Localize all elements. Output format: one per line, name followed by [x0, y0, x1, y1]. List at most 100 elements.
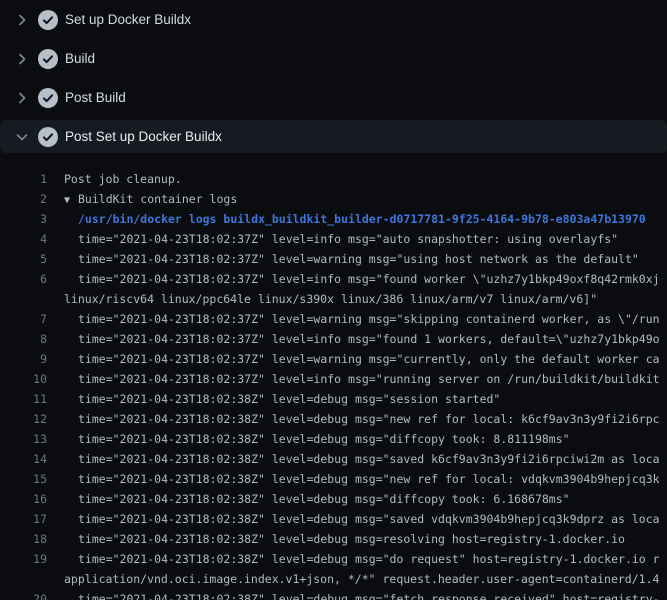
- log-line-number[interactable]: 19: [0, 549, 47, 569]
- log-line: 3 /usr/bin/docker logs buildx_buildkit_b…: [0, 209, 667, 229]
- log-line-number[interactable]: 16: [0, 489, 47, 509]
- log-line: 20 time="2021-04-23T18:02:38Z" level=deb…: [0, 589, 667, 600]
- log-line-number[interactable]: 7: [0, 309, 47, 329]
- log-text: time="2021-04-23T18:02:37Z" level=info m…: [78, 232, 618, 246]
- log-text: time="2021-04-23T18:02:38Z" level=debug …: [78, 532, 625, 546]
- log-line-number[interactable]: 18: [0, 529, 47, 549]
- log-text: BuildKit container logs: [78, 192, 237, 206]
- log-line-number[interactable]: 6: [0, 269, 47, 289]
- step-label: Post Set up Docker Buildx: [65, 129, 222, 144]
- log-text: time="2021-04-23T18:02:38Z" level=debug …: [78, 432, 570, 446]
- log-text: time="2021-04-23T18:02:38Z" level=debug …: [78, 492, 570, 506]
- log-line: 2 ▼BuildKit container logs: [0, 189, 667, 209]
- log-line-number[interactable]: 1: [0, 169, 47, 189]
- log-text: time="2021-04-23T18:02:38Z" level=debug …: [78, 512, 660, 526]
- log-line: 5 time="2021-04-23T18:02:37Z" level=warn…: [0, 249, 667, 269]
- check-circle-icon: [38, 49, 58, 69]
- log-line-number[interactable]: 9: [0, 349, 47, 369]
- log-line: 14 time="2021-04-23T18:02:38Z" level=deb…: [0, 449, 667, 469]
- log-group-toggle-icon[interactable]: ▼: [64, 191, 78, 209]
- step-row-post-build[interactable]: Post Build: [0, 78, 667, 117]
- log-line: 6 time="2021-04-23T18:02:37Z" level=info…: [0, 269, 667, 289]
- log-line: 10 time="2021-04-23T18:02:37Z" level=inf…: [0, 369, 667, 389]
- log-line-content: /usr/bin/docker logs buildx_buildkit_bui…: [78, 209, 646, 229]
- log-line-number[interactable]: [0, 569, 47, 589]
- log-line: 19 time="2021-04-23T18:02:38Z" level=deb…: [0, 549, 667, 569]
- log-line-content: Post job cleanup.: [64, 169, 182, 189]
- log-line-number[interactable]: 15: [0, 469, 47, 489]
- log-text: Post job cleanup.: [64, 172, 182, 186]
- log-line-number[interactable]: 4: [0, 229, 47, 249]
- log-text: time="2021-04-23T18:02:38Z" level=debug …: [78, 412, 660, 426]
- step-row-build[interactable]: Build: [0, 39, 667, 78]
- log-line-number[interactable]: 20: [0, 589, 47, 600]
- log-text: application/vnd.oci.image.index.v1+json,…: [64, 572, 659, 586]
- log-text: time="2021-04-23T18:02:37Z" level=warnin…: [78, 312, 660, 326]
- log-line-number[interactable]: 14: [0, 449, 47, 469]
- log-line-number[interactable]: 11: [0, 389, 47, 409]
- steps-list: Set up Docker Buildx Build Post Build Po…: [0, 0, 667, 153]
- log-line-content: time="2021-04-23T18:02:38Z" level=debug …: [78, 409, 660, 429]
- log-text: time="2021-04-23T18:02:37Z" level=info m…: [78, 332, 660, 346]
- step-expand-chevron[interactable]: [14, 51, 30, 67]
- log-line-number[interactable]: 12: [0, 409, 47, 429]
- log-line-content: ▼BuildKit container logs: [64, 189, 237, 209]
- log-line: 11 time="2021-04-23T18:02:38Z" level=deb…: [0, 389, 667, 409]
- log-line: 7 time="2021-04-23T18:02:37Z" level=warn…: [0, 309, 667, 329]
- log-line-content: time="2021-04-23T18:02:38Z" level=debug …: [78, 469, 660, 489]
- log-text: time="2021-04-23T18:02:38Z" level=debug …: [78, 452, 660, 466]
- chevron-right-icon: [14, 51, 30, 67]
- check-circle-icon: [38, 88, 58, 108]
- log-line-content: time="2021-04-23T18:02:37Z" level=warnin…: [78, 309, 660, 329]
- log-line: 4 time="2021-04-23T18:02:37Z" level=info…: [0, 229, 667, 249]
- log-line: 8 time="2021-04-23T18:02:37Z" level=info…: [0, 329, 667, 349]
- log-line-wrap: linux/riscv64 linux/ppc64le linux/s390x …: [0, 289, 667, 309]
- log-line-content: time="2021-04-23T18:02:37Z" level=info m…: [78, 329, 660, 349]
- chevron-right-icon: [14, 12, 30, 28]
- log-text: time="2021-04-23T18:02:37Z" level=warnin…: [78, 252, 639, 266]
- log-text: time="2021-04-23T18:02:37Z" level=warnin…: [78, 352, 660, 366]
- log-line-content: time="2021-04-23T18:02:38Z" level=debug …: [78, 549, 660, 569]
- log-text: time="2021-04-23T18:02:37Z" level=info m…: [78, 272, 660, 286]
- log-line-content: time="2021-04-23T18:02:38Z" level=debug …: [78, 489, 570, 509]
- step-row-post-set-up-docker-buildx[interactable]: Post Set up Docker Buildx: [0, 120, 667, 153]
- step-label: Build: [65, 51, 95, 66]
- check-circle-icon: [38, 127, 58, 147]
- log-line: 16 time="2021-04-23T18:02:38Z" level=deb…: [0, 489, 667, 509]
- log-line-content: time="2021-04-23T18:02:38Z" level=debug …: [78, 529, 625, 549]
- log-line-content: time="2021-04-23T18:02:38Z" level=debug …: [78, 389, 500, 409]
- chevron-down-icon: [14, 129, 30, 145]
- step-expand-chevron[interactable]: [14, 12, 30, 28]
- log-line-content: time="2021-04-23T18:02:37Z" level=info m…: [78, 369, 660, 389]
- log-line-number[interactable]: 10: [0, 369, 47, 389]
- log-command-text: /usr/bin/docker logs buildx_buildkit_bui…: [78, 212, 646, 226]
- log-text: time="2021-04-23T18:02:38Z" level=debug …: [78, 552, 660, 566]
- log-text: time="2021-04-23T18:02:38Z" level=debug …: [78, 592, 660, 600]
- log-text: linux/riscv64 linux/ppc64le linux/s390x …: [64, 292, 597, 306]
- log-line-number[interactable]: 17: [0, 509, 47, 529]
- step-label: Post Build: [65, 90, 126, 105]
- log-line: 12 time="2021-04-23T18:02:38Z" level=deb…: [0, 409, 667, 429]
- log-line-content: application/vnd.oci.image.index.v1+json,…: [64, 569, 659, 589]
- check-circle-icon: [38, 10, 58, 30]
- step-expand-chevron[interactable]: [14, 129, 30, 145]
- log-area: 1 Post job cleanup. 2 ▼BuildKit containe…: [0, 169, 667, 600]
- log-line: 13 time="2021-04-23T18:02:38Z" level=deb…: [0, 429, 667, 449]
- log-line-content: time="2021-04-23T18:02:37Z" level=info m…: [78, 229, 618, 249]
- log-line-number[interactable]: [0, 289, 47, 309]
- log-line-number[interactable]: 13: [0, 429, 47, 449]
- log-line-number[interactable]: 5: [0, 249, 47, 269]
- log-line-content: time="2021-04-23T18:02:37Z" level=warnin…: [78, 249, 639, 269]
- log-line-content: time="2021-04-23T18:02:37Z" level=info m…: [78, 269, 660, 289]
- log-text: time="2021-04-23T18:02:38Z" level=debug …: [78, 472, 660, 486]
- log-line-number[interactable]: 2: [0, 189, 47, 209]
- log-line-number[interactable]: 8: [0, 329, 47, 349]
- log-line-content: time="2021-04-23T18:02:38Z" level=debug …: [78, 449, 660, 469]
- actions-log-viewer: Set up Docker Buildx Build Post Build Po…: [0, 0, 667, 600]
- step-row-set-up-docker-buildx[interactable]: Set up Docker Buildx: [0, 0, 667, 39]
- log-line-content: time="2021-04-23T18:02:38Z" level=debug …: [78, 429, 570, 449]
- log-text: time="2021-04-23T18:02:38Z" level=debug …: [78, 392, 500, 406]
- log-line-content: linux/riscv64 linux/ppc64le linux/s390x …: [64, 289, 597, 309]
- step-expand-chevron[interactable]: [14, 90, 30, 106]
- log-line-number[interactable]: 3: [0, 209, 47, 229]
